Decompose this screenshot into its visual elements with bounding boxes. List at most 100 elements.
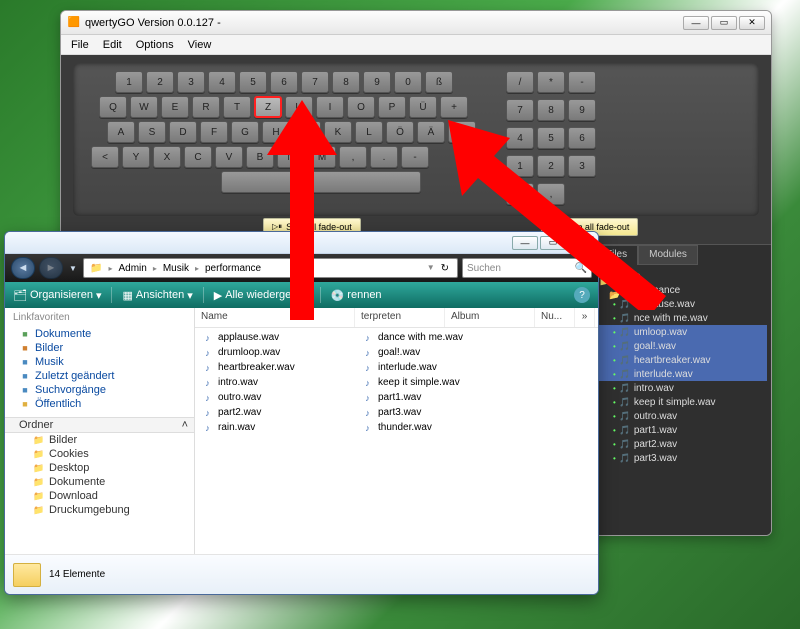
file-item[interactable]: ♪heartbreaker.wav	[195, 360, 355, 375]
tree-file-item[interactable]: •🎵nce with me.wav	[599, 311, 767, 325]
file-item[interactable]: ♪applause.wav	[195, 330, 355, 345]
nav-fav-item[interactable]: ■Musik	[5, 355, 194, 369]
nav-folders-header[interactable]: Ordner˄	[5, 417, 194, 433]
tb-burn[interactable]: 💿 rennen	[331, 289, 382, 302]
key-o[interactable]: O	[347, 96, 375, 118]
key-5[interactable]: 5	[537, 127, 565, 149]
col-more-button[interactable]: »	[575, 308, 595, 327]
exp-close-button[interactable]: ✕	[568, 236, 594, 250]
col-album[interactable]: Album	[445, 308, 535, 327]
nav-folder-item[interactable]: 📁Cookies	[13, 447, 194, 461]
nav-fav-item[interactable]: ■Öffentlich	[5, 397, 194, 411]
file-item[interactable]: ♪part3.wav	[355, 405, 515, 420]
key-9[interactable]: 9	[363, 71, 391, 93]
menu-edit[interactable]: Edit	[103, 39, 122, 51]
tree-file-item[interactable]: •🎵heartbreaker.wav	[599, 353, 767, 367]
file-item[interactable]: ♪goal!.wav	[355, 345, 515, 360]
key-4[interactable]: 4	[506, 127, 534, 149]
key-1[interactable]: 1	[115, 71, 143, 93]
nav-folder-item[interactable]: 📁Dokumente	[13, 475, 194, 489]
key-<[interactable]: <	[91, 146, 119, 168]
key-9[interactable]: 9	[568, 99, 596, 121]
file-item[interactable]: ♪drumloop.wav	[195, 345, 355, 360]
nav-folder-item[interactable]: 📁Download	[13, 489, 194, 503]
nav-history-dropdown[interactable]: ▼	[67, 264, 79, 273]
tb-playall[interactable]: ▶ Alle wiedergeben	[214, 289, 310, 302]
key-d[interactable]: D	[169, 121, 197, 143]
key--[interactable]: -	[401, 146, 429, 168]
nav-fav-item[interactable]: ■Dokumente	[5, 327, 194, 341]
key-+[interactable]: +	[440, 96, 468, 118]
file-item[interactable]: ♪thunder.wav	[355, 420, 515, 435]
key-ü[interactable]: Ü	[409, 96, 437, 118]
nav-fav-item[interactable]: ■Zuletzt geändert	[5, 369, 194, 383]
key-k[interactable]: K	[324, 121, 352, 143]
key-3[interactable]: 3	[568, 155, 596, 177]
key-1[interactable]: 1	[506, 155, 534, 177]
exp-maximize-button[interactable]: ▭	[540, 236, 566, 250]
tab-files[interactable]: Files	[595, 245, 638, 265]
key-ö[interactable]: Ö	[386, 121, 414, 143]
key-,[interactable]: ,	[537, 183, 565, 205]
tree-file-item[interactable]: •🎵part1.wav	[599, 423, 767, 437]
file-item[interactable]: ♪rain.wav	[195, 420, 355, 435]
tree-file-item[interactable]: •🎵applause.wav	[599, 297, 767, 311]
key-t[interactable]: T	[223, 96, 251, 118]
file-item[interactable]: ♪part1.wav	[355, 390, 515, 405]
key-ä[interactable]: Ä	[417, 121, 445, 143]
tree-file-item[interactable]: •🎵part3.wav	[599, 451, 767, 465]
key-#[interactable]: #	[448, 121, 476, 143]
key-0[interactable]: 0	[506, 183, 534, 205]
key--[interactable]: -	[568, 71, 596, 93]
tb-organize[interactable]: 🗂 Organisieren ▾	[13, 289, 101, 302]
key-r[interactable]: R	[192, 96, 220, 118]
help-icon[interactable]: ?	[574, 287, 590, 303]
key-7[interactable]: 7	[301, 71, 329, 93]
file-item[interactable]: ♪outro.wav	[195, 390, 355, 405]
key-s[interactable]: S	[138, 121, 166, 143]
menu-file[interactable]: File	[71, 39, 89, 51]
key-8[interactable]: 8	[537, 99, 565, 121]
key-0[interactable]: 0	[394, 71, 422, 93]
key-space[interactable]	[221, 171, 421, 193]
tree-file-item[interactable]: •🎵intro.wav	[599, 381, 767, 395]
key-w[interactable]: W	[130, 96, 158, 118]
file-item[interactable]: ♪dance with me.wav	[355, 330, 515, 345]
key-u[interactable]: U	[285, 96, 313, 118]
menu-view[interactable]: View	[188, 39, 212, 51]
col-artists[interactable]: terpreten	[355, 308, 445, 327]
key-x[interactable]: X	[153, 146, 181, 168]
key-h[interactable]: H	[262, 121, 290, 143]
key-2[interactable]: 2	[146, 71, 174, 93]
tree-file-item[interactable]: •🎵umloop.wav	[599, 325, 767, 339]
key-c[interactable]: C	[184, 146, 212, 168]
menu-options[interactable]: Options	[136, 39, 174, 51]
breadcrumb[interactable]: 📁▸ Admin▸ Musik▸ performance ▼↻	[83, 258, 458, 278]
chevron-down-icon[interactable]: ▼	[425, 263, 437, 274]
key-q[interactable]: Q	[99, 96, 127, 118]
key-*[interactable]: *	[537, 71, 565, 93]
key-f[interactable]: F	[200, 121, 228, 143]
key-2[interactable]: 2	[537, 155, 565, 177]
refresh-icon[interactable]: ↻	[439, 263, 451, 274]
key-i[interactable]: I	[316, 96, 344, 118]
tb-views[interactable]: ▦ Ansichten ▾	[122, 289, 192, 302]
key-5[interactable]: 5	[239, 71, 267, 93]
col-name[interactable]: Name	[195, 308, 355, 327]
col-track[interactable]: Nu...	[535, 308, 575, 327]
file-item[interactable]: ♪interlude.wav	[355, 360, 515, 375]
nav-folder-item[interactable]: 📁Bilder	[13, 433, 194, 447]
nav-folder-item[interactable]: 📁Druckumgebung	[13, 503, 194, 517]
search-input[interactable]: Suchen🔍	[462, 258, 592, 278]
key-4[interactable]: 4	[208, 71, 236, 93]
tab-modules[interactable]: Modules	[638, 245, 698, 265]
nav-fav-item[interactable]: ■Bilder	[5, 341, 194, 355]
nav-fav-item[interactable]: ■Suchvorgänge	[5, 383, 194, 397]
file-item[interactable]: ♪part2.wav	[195, 405, 355, 420]
tree-file-item[interactable]: •🎵part2.wav	[599, 437, 767, 451]
key-y[interactable]: Y	[122, 146, 150, 168]
key-,[interactable]: ,	[339, 146, 367, 168]
key-e[interactable]: E	[161, 96, 189, 118]
maximize-button[interactable]: ▭	[711, 16, 737, 30]
key-z[interactable]: Z	[254, 96, 282, 118]
